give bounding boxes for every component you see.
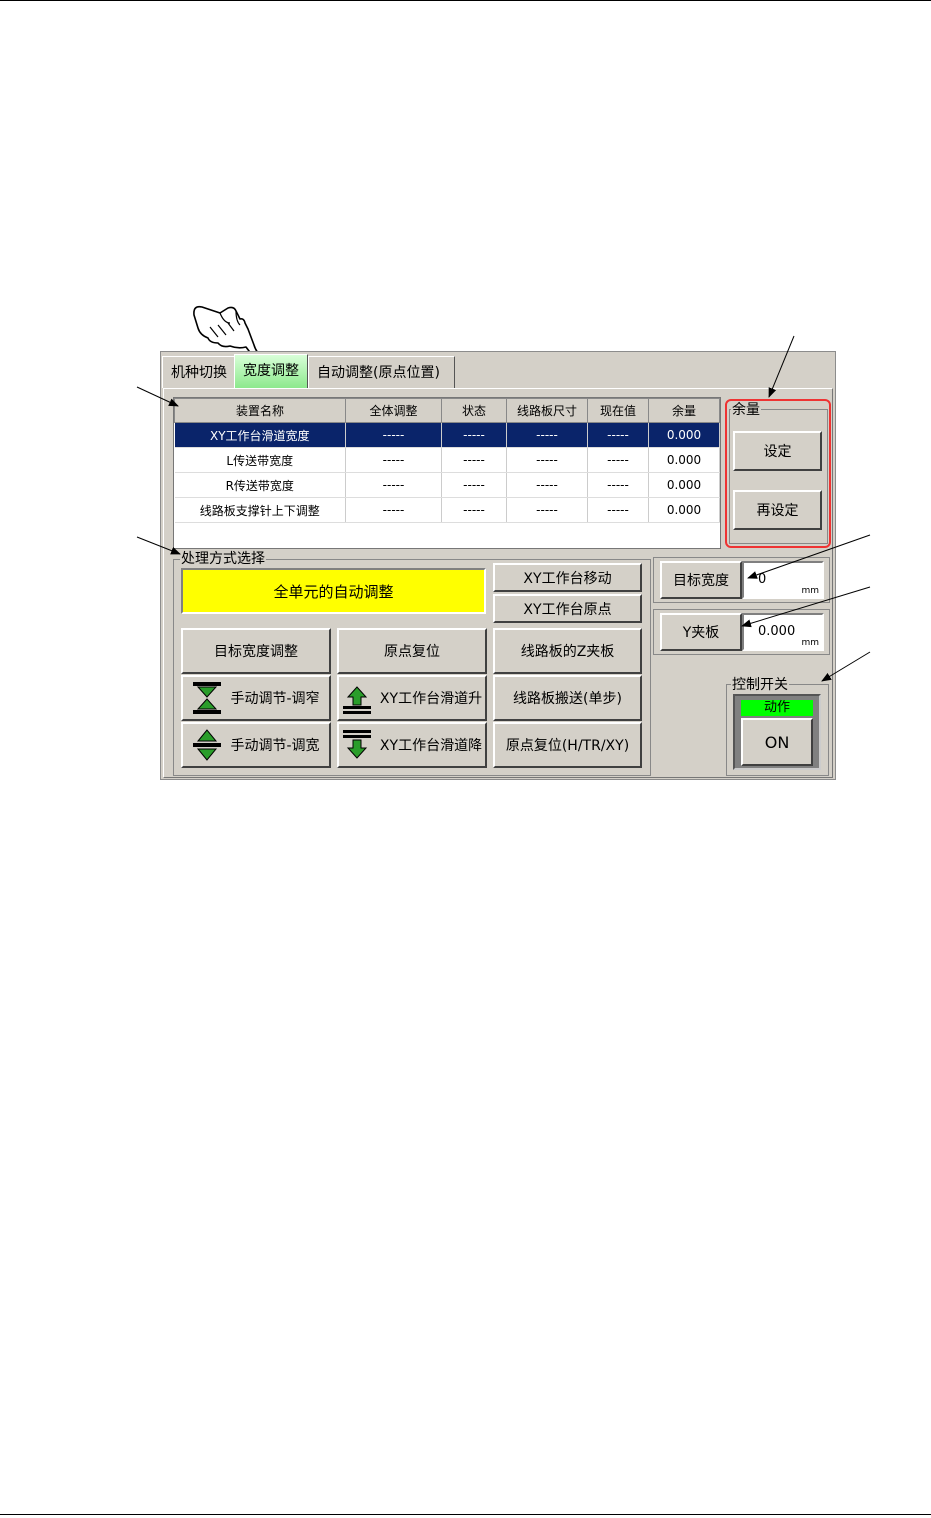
callout-control-switch (821, 651, 871, 682)
callout-margin (768, 335, 795, 398)
callout-lines (136, 335, 871, 682)
callout-process-group (136, 536, 181, 555)
callout-target-width (747, 534, 871, 579)
callout-table (136, 386, 179, 407)
callout-y-clamp (741, 586, 871, 628)
